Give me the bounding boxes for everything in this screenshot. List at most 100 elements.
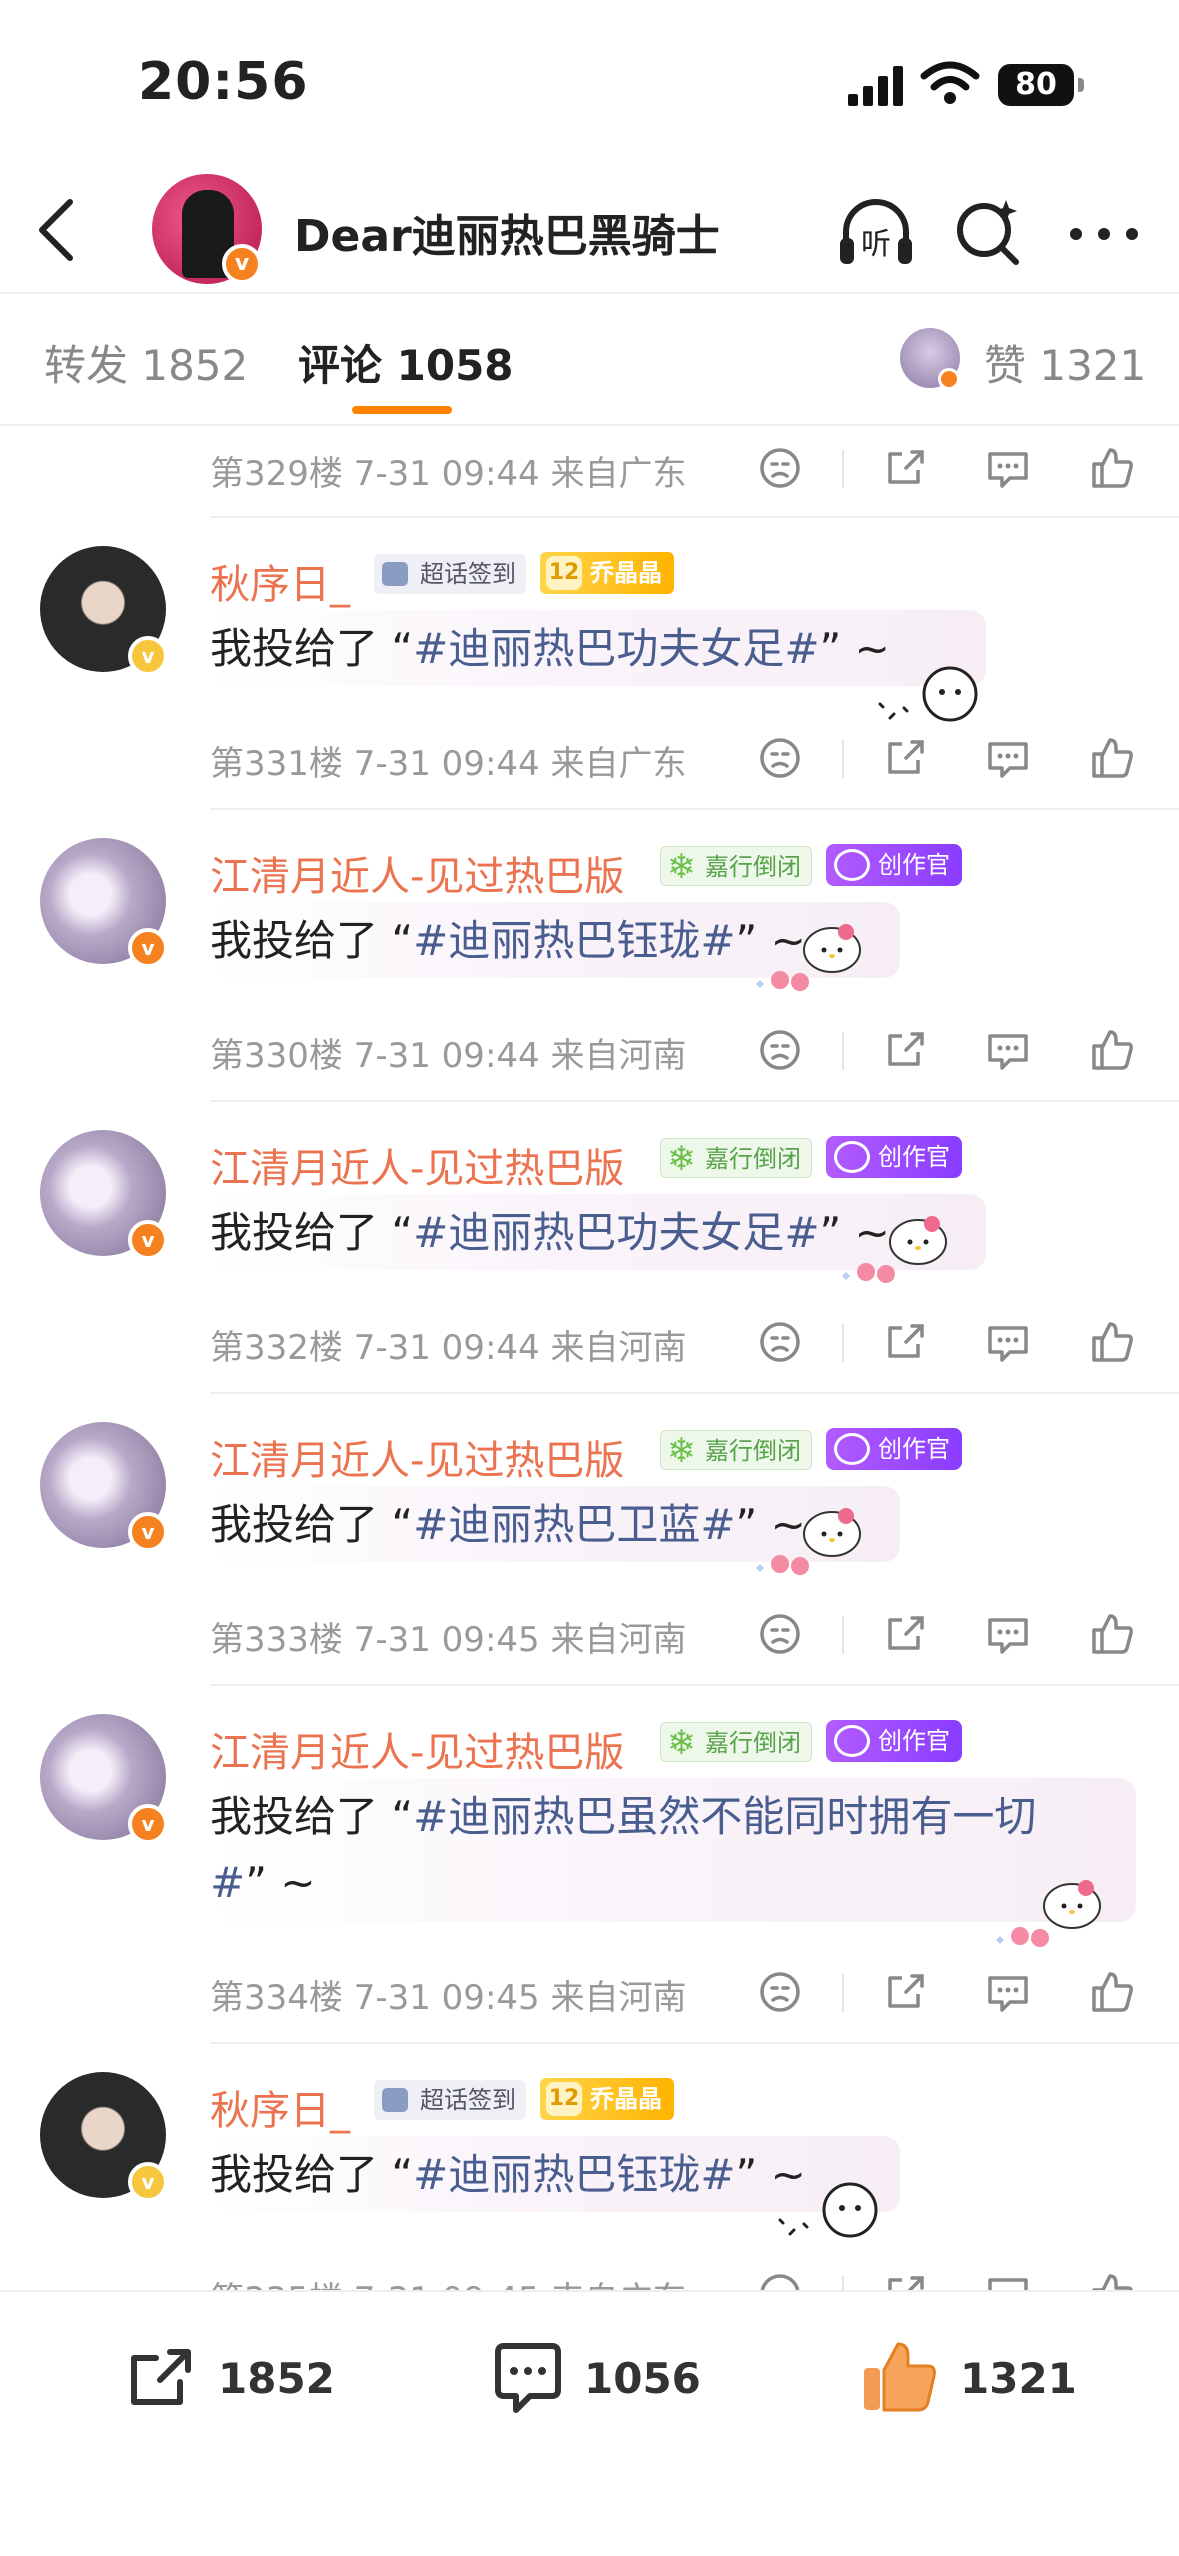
dislike-face-icon[interactable] bbox=[752, 1314, 808, 1370]
comment-meta: 第330楼 7-31 09:44 来自河南 bbox=[210, 1036, 687, 1076]
like-icon[interactable] bbox=[1084, 1022, 1140, 1078]
separator bbox=[842, 1974, 844, 2012]
dislike-face-icon[interactable] bbox=[752, 730, 808, 786]
username[interactable]: 秋序日_ bbox=[210, 2078, 350, 2136]
comment-meta-row: 第330楼 7-31 09:44 来自河南 bbox=[0, 1010, 1179, 1100]
topic-link[interactable]: #迪丽热巴功夫女足# bbox=[413, 1208, 819, 1257]
like-icon[interactable] bbox=[1084, 440, 1140, 496]
share-icon[interactable] bbox=[878, 440, 934, 496]
reply-icon[interactable] bbox=[980, 1022, 1036, 1078]
reply-icon[interactable] bbox=[980, 440, 1036, 496]
like-button[interactable]: 1321 bbox=[858, 2338, 1078, 2428]
comment-meta: 第332楼 7-31 09:44 来自河南 bbox=[210, 1328, 687, 1368]
comment-button[interactable]: 1056 bbox=[488, 2338, 708, 2428]
fan-level-number: 12 bbox=[546, 2082, 582, 2116]
headphones-icon: 听 bbox=[840, 199, 912, 264]
dislike-face-icon[interactable] bbox=[752, 2266, 808, 2290]
like-count: 1321 bbox=[960, 2354, 1077, 2403]
creator-badge[interactable]: 创作官 bbox=[826, 1720, 962, 1762]
separator bbox=[842, 2276, 844, 2290]
repost-count: 1852 bbox=[218, 2354, 335, 2403]
share-icon[interactable] bbox=[878, 1022, 934, 1078]
hello-kitty-sticker-icon bbox=[996, 1880, 1101, 1947]
more-icon[interactable] bbox=[1064, 214, 1144, 254]
like-icon[interactable] bbox=[1084, 1606, 1140, 1662]
like-icon[interactable] bbox=[1084, 2266, 1140, 2290]
verified-badge-icon: v bbox=[222, 244, 262, 284]
fan-level-label: 乔晶晶 bbox=[590, 2085, 662, 2113]
topic-link[interactable]: #迪丽热巴虽然不能同时拥有一切 bbox=[413, 1792, 1036, 1841]
fan-level-badge[interactable]: 12 乔晶晶 bbox=[540, 552, 674, 594]
fan-level-badge[interactable]: 12 乔晶晶 bbox=[540, 2078, 674, 2120]
home-indicator bbox=[408, 2518, 770, 2530]
username[interactable]: 江清月近人-见过热巴版 bbox=[210, 1136, 624, 1194]
verified-badge-icon: v bbox=[128, 1804, 168, 1844]
share-icon[interactable] bbox=[878, 730, 934, 786]
comment-meta: 第335楼 7-31 09:45 来自广东 bbox=[210, 2272, 686, 2290]
like-icon[interactable] bbox=[1084, 730, 1140, 786]
listen-button[interactable]: 听 bbox=[834, 190, 918, 274]
reply-icon[interactable] bbox=[980, 730, 1036, 786]
snowflake-icon: ❄ bbox=[667, 1139, 696, 1179]
share-icon[interactable] bbox=[878, 1606, 934, 1662]
username[interactable]: 秋序日_ bbox=[210, 552, 350, 610]
listen-label: 听 bbox=[861, 227, 891, 262]
share-icon[interactable] bbox=[878, 1964, 934, 2020]
thumbs-up-liked-icon bbox=[864, 2342, 936, 2412]
creator-badge[interactable]: 创作官 bbox=[826, 1136, 962, 1178]
like-icon[interactable] bbox=[1084, 1314, 1140, 1370]
comment-meta: 第334楼 7-31 09:45 来自河南 bbox=[210, 1978, 687, 2018]
separator bbox=[842, 1032, 844, 1070]
topic-link-continued[interactable]: # bbox=[210, 1858, 245, 1907]
dislike-face-icon[interactable] bbox=[752, 1964, 808, 2020]
tab-likes[interactable]: 赞 1321 bbox=[984, 332, 1146, 393]
creator-badge[interactable]: 创作官 bbox=[826, 1428, 962, 1470]
share-icon[interactable] bbox=[878, 1314, 934, 1370]
dislike-face-icon[interactable] bbox=[752, 440, 808, 496]
dislike-face-icon[interactable] bbox=[752, 1606, 808, 1662]
checkin-badge[interactable]: 超话签到 bbox=[374, 554, 526, 594]
creator-badge[interactable]: 创作官 bbox=[826, 844, 962, 886]
comment-icon bbox=[495, 2343, 561, 2413]
green-badge[interactable]: ❄ 嘉行倒闭 bbox=[660, 1722, 812, 1763]
reply-icon[interactable] bbox=[980, 1964, 1036, 2020]
reply-icon[interactable] bbox=[980, 1314, 1036, 1370]
verified-badge-icon: v bbox=[128, 2162, 168, 2202]
topic-link[interactable]: #迪丽热巴钰珑# bbox=[413, 916, 735, 965]
green-badge[interactable]: ❄ 嘉行倒闭 bbox=[660, 846, 812, 887]
snowflake-icon: ❄ bbox=[667, 1431, 696, 1471]
green-badge[interactable]: ❄ 嘉行倒闭 bbox=[660, 1138, 812, 1179]
like-icon[interactable] bbox=[1084, 1964, 1140, 2020]
active-tab-indicator bbox=[352, 406, 452, 414]
username[interactable]: 江清月近人-见过热巴版 bbox=[210, 1428, 624, 1486]
reply-icon[interactable] bbox=[980, 2266, 1036, 2290]
creator-icon bbox=[834, 849, 870, 881]
topic-link[interactable]: #迪丽热巴卫蓝# bbox=[413, 1500, 735, 1549]
back-arrow-icon[interactable] bbox=[26, 188, 96, 272]
share-icon[interactable] bbox=[878, 2266, 934, 2290]
green-badge[interactable]: ❄ 嘉行倒闭 bbox=[660, 1430, 812, 1471]
verified-badge-icon: v bbox=[128, 636, 168, 676]
repost-button[interactable]: 1852 bbox=[122, 2338, 342, 2428]
comment-meta-row: 第333楼 7-31 09:45 来自河南 bbox=[0, 1594, 1179, 1684]
fan-level-number: 12 bbox=[546, 556, 582, 590]
tab-comments[interactable]: 评论 1058 bbox=[298, 332, 514, 393]
reply-icon[interactable] bbox=[980, 1606, 1036, 1662]
checkin-badge[interactable]: 超话签到 bbox=[374, 2080, 526, 2120]
separator bbox=[842, 450, 844, 488]
tab-bar: 转发 1852 评论 1058 赞 1321 bbox=[0, 296, 1179, 426]
username[interactable]: 江清月近人-见过热巴版 bbox=[210, 1720, 624, 1778]
comment-meta-row: 第332楼 7-31 09:44 来自河南 bbox=[0, 1302, 1179, 1392]
search-icon[interactable] bbox=[948, 190, 1028, 274]
topic-link[interactable]: #迪丽热巴钰珑# bbox=[413, 2150, 735, 2199]
topic-link[interactable]: #迪丽热巴功夫女足# bbox=[413, 624, 819, 673]
wifi-icon bbox=[920, 61, 980, 104]
account-title[interactable]: Dear迪丽热巴黑骑士 bbox=[294, 200, 720, 264]
comment-text: 我投给了 “#迪丽热巴功夫女足#” ~ bbox=[210, 1208, 890, 1257]
comment-feed[interactable]: 第329楼 7-31 09:44 来自广东 v 秋序日_ 超话签到 12 乔晶晶 … bbox=[0, 428, 1179, 2290]
comment-text: 我投给了 “#迪丽热巴卫蓝#” ~ bbox=[210, 1500, 806, 1549]
dislike-face-icon[interactable] bbox=[752, 1022, 808, 1078]
username[interactable]: 江清月近人-见过热巴版 bbox=[210, 844, 624, 902]
creator-icon bbox=[834, 1725, 870, 1757]
tab-repost[interactable]: 转发 1852 bbox=[44, 332, 248, 393]
